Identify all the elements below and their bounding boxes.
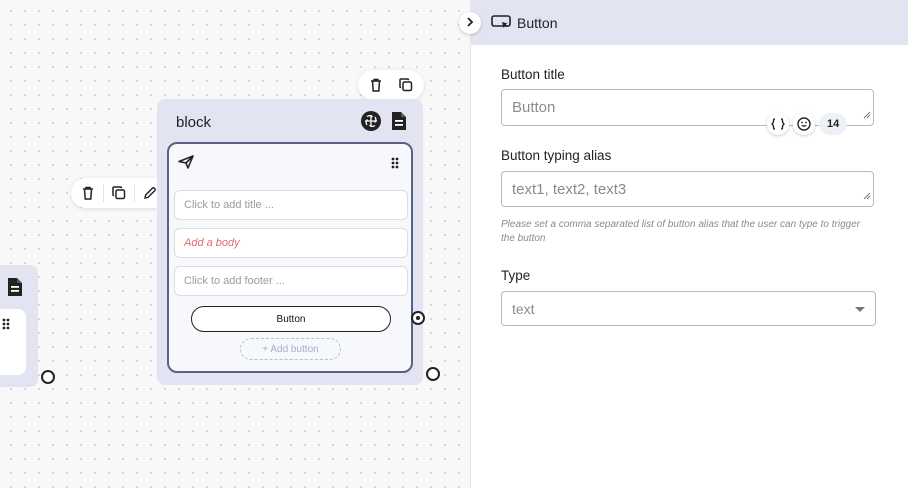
card-button[interactable]: Button — [191, 306, 391, 332]
delete-icon[interactable] — [73, 178, 103, 208]
alias-input[interactable]: text1, text2, text3 — [501, 171, 874, 207]
type-label: Type — [501, 268, 531, 283]
panel-title: Button — [517, 15, 558, 31]
properties-panel: Button Button title Button 14 Button typ… — [470, 0, 908, 488]
variables-icon[interactable] — [767, 113, 789, 135]
title-input-tools: 14 — [767, 113, 848, 135]
send-icon — [178, 155, 194, 174]
card-title-field[interactable]: Click to add title ... — [174, 190, 408, 220]
add-button[interactable]: + Add button — [240, 338, 341, 360]
resize-grip-icon[interactable] — [863, 106, 871, 123]
block-output-handle[interactable] — [426, 367, 440, 381]
card-toolbar — [71, 178, 169, 208]
partial-node-card[interactable] — [0, 309, 26, 375]
alias-placeholder: text1, text2, text3 — [512, 181, 627, 198]
type-select[interactable]: text — [501, 291, 876, 326]
button-icon — [491, 14, 511, 35]
alias-help-text: Please set a comma separated list of but… — [501, 219, 861, 244]
card-footer-field[interactable]: Click to add footer ... — [174, 266, 408, 296]
button-title-label: Button title — [501, 67, 565, 82]
connection-handle[interactable] — [41, 370, 55, 384]
block-title[interactable]: block — [176, 114, 211, 131]
chevron-right-icon — [466, 14, 474, 32]
drag-handle-icon[interactable] — [391, 156, 399, 174]
caret-down-icon — [855, 307, 865, 312]
document-icon[interactable] — [390, 111, 408, 136]
card-body-field[interactable]: Add a body — [174, 228, 408, 258]
collapse-panel-button[interactable] — [459, 12, 481, 34]
button-title-value: Button — [512, 99, 556, 116]
alias-label: Button typing alias — [501, 148, 612, 163]
block-node[interactable]: block Click to add title ... Add a body … — [157, 99, 423, 385]
drag-handle-icon[interactable] — [2, 317, 10, 335]
document-icon[interactable] — [6, 277, 24, 302]
resize-grip-icon[interactable] — [863, 187, 871, 204]
duplicate-icon[interactable] — [104, 178, 134, 208]
block-toolbar — [358, 70, 424, 100]
duplicate-icon[interactable] — [391, 70, 421, 100]
type-selected-value: text — [512, 301, 535, 317]
emoji-icon[interactable] — [793, 113, 815, 135]
flow-canvas[interactable]: block Click to add title ... Add a body … — [0, 0, 470, 488]
partial-node[interactable] — [0, 265, 38, 387]
openai-icon[interactable] — [360, 110, 382, 137]
delete-icon[interactable] — [361, 70, 391, 100]
panel-header: Button — [471, 0, 908, 45]
button-output-handle[interactable] — [411, 311, 425, 325]
character-count: 14 — [819, 113, 848, 135]
buttons-card[interactable]: Click to add title ... Add a body Click … — [167, 142, 413, 373]
